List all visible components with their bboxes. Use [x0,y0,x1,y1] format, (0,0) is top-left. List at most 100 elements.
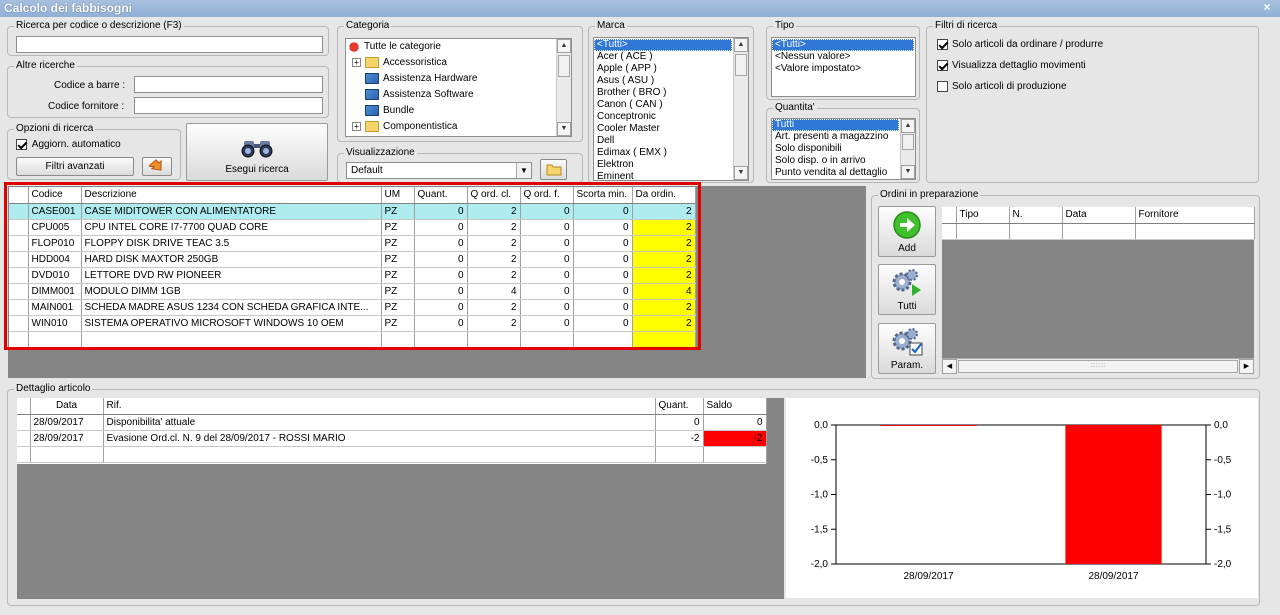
scroll-down-icon[interactable]: ▼ [901,165,915,179]
list-item[interactable]: Edimax ( EMX ) [594,147,732,159]
add-order-label: Add [898,243,916,254]
scroll-thumb[interactable] [735,54,747,76]
list-item[interactable]: Apple ( APP ) [594,63,732,75]
folder-icon [365,121,379,132]
quantity-scrollbar[interactable]: ▲ ▼ [900,119,915,179]
scroll-left-icon[interactable]: ◀ [942,359,957,374]
view-select[interactable]: Default ▼ [346,162,532,179]
close-icon[interactable]: × [1260,1,1274,15]
table-cell [1135,223,1255,240]
list-item[interactable]: <Tutti> [594,39,732,51]
y-tick-label-left: -1,5 [811,524,829,535]
list-item[interactable]: <Tutti> [772,39,914,51]
list-item[interactable]: Canon ( CAN ) [594,99,732,111]
search-group: Ricerca per codice o descrizione (F3) [7,20,329,56]
list-item[interactable]: Art. presenti a magazzino [772,131,899,143]
table-row[interactable]: 28/09/2017 Disponibilita' attuale 0 0 [17,414,767,431]
barcode-input[interactable] [134,76,323,93]
row-selector[interactable] [17,414,31,431]
expand-icon[interactable]: + [352,122,361,131]
table-cell [703,446,767,463]
list-item[interactable]: Elektron [594,159,732,171]
table-cell [942,223,957,240]
detail-col-header[interactable]: Quant. [655,398,704,415]
type-list[interactable]: <Tutti> <Nessun valore> <Valore impostato> [771,37,916,97]
detail-col-header[interactable]: Data [30,398,104,415]
scroll-right-icon[interactable]: ▶ [1239,359,1254,374]
category-scrollbar[interactable]: ▲ ▼ [556,39,571,136]
add-order-button[interactable]: Add [878,206,936,257]
table-row[interactable]: 28/09/2017 Evasione Ord.cl. N. 9 del 28/… [17,430,767,447]
list-item[interactable]: Eminent [594,171,732,180]
filter-label: Solo articoli di produzione [952,81,1067,92]
brand-list[interactable]: <Tutti> Acer ( ACE ) Apple ( APP ) Asus ( A… [593,37,749,181]
tree-item-label: Bundle [383,105,415,117]
orders-grid[interactable]: Tipo N. Data Fornitore ◀ ::::::::: ▶ [942,207,1255,374]
orders-col-header[interactable]: Tipo [956,207,1010,224]
tree-item-accessoristica[interactable]: + Accessoristica [348,57,571,73]
orders-col-header[interactable]: N. [1009,207,1063,224]
scroll-up-icon[interactable]: ▲ [557,39,571,53]
open-view-button[interactable] [540,159,567,180]
category-tree[interactable]: Tutte le categorie + Accessoristica Assis… [345,38,572,137]
tree-item-bundle[interactable]: Bundle [348,105,571,121]
row-selector[interactable] [17,430,31,447]
quantity-label: Quantita' [773,102,817,113]
filter-production-checkbox[interactable]: Solo articoli di produzione [937,81,1067,92]
run-search-button[interactable]: Esegui ricerca [186,123,328,181]
scroll-up-icon[interactable]: ▲ [734,38,748,52]
all-orders-button[interactable]: Tutti [878,264,936,315]
list-item[interactable]: Solo disp. o in arrivo [772,155,899,167]
table-row[interactable] [942,223,1255,240]
filter-label: Solo articoli da ordinare / produrre [952,39,1104,50]
advanced-filters-toggle-button[interactable] [142,157,172,176]
detail-col-header[interactable]: Saldo [703,398,767,415]
folder-open-icon [546,164,561,176]
tree-item-componentistica[interactable]: + Componentistica [348,121,571,136]
list-item[interactable]: Dell [594,135,732,147]
y-tick-label-right: -2,0 [1214,559,1232,570]
auto-update-checkbox[interactable]: Aggiorn. automatico [16,139,121,150]
view-group: Visualizzazione Default ▼ [337,147,583,183]
scroll-thumb[interactable] [558,55,570,77]
brand-scrollbar[interactable]: ▲ ▼ [733,38,748,180]
detail-balance: 0 [703,414,767,431]
list-item[interactable]: Asus ( ASU ) [594,75,732,87]
scroll-thumb[interactable]: ::::::::: [958,360,1238,373]
list-item[interactable]: <Valore impostato> [772,63,914,75]
filter-movements-checkbox[interactable]: Visualizza dettaglio movimenti [937,60,1086,71]
chevron-down-icon[interactable]: ▼ [516,163,531,178]
list-item[interactable]: Brother ( BRO ) [594,87,732,99]
tree-item-all[interactable]: Tutte le categorie [348,41,571,57]
supplier-code-input[interactable] [134,97,323,114]
list-item[interactable]: Tutti [772,119,899,131]
tree-item-software[interactable]: Assistenza Software [348,89,571,105]
scroll-down-icon[interactable]: ▼ [734,166,748,180]
view-label: Visualizzazione [344,147,417,158]
orders-hscrollbar[interactable]: ◀ ::::::::: ▶ [942,358,1254,374]
list-item[interactable]: Cooler Master [594,123,732,135]
detail-col-header[interactable]: Rif. [103,398,656,415]
table-row[interactable] [17,446,767,463]
list-item[interactable]: Solo disponibili [772,143,899,155]
quantity-list[interactable]: Tutti Art. presenti a magazzino Solo dispo… [771,118,916,180]
advanced-filters-button[interactable]: Filtri avanzati [16,157,134,176]
orders-col-header[interactable]: Data [1062,207,1136,224]
scroll-thumb[interactable] [902,134,914,150]
list-item[interactable]: <Nessun valore> [772,51,914,63]
search-input[interactable] [16,36,323,53]
scroll-down-icon[interactable]: ▼ [557,122,571,136]
search-options-group: Opzioni di ricerca Aggiorn. automatico F… [7,123,181,180]
expand-icon[interactable]: + [352,58,361,67]
scroll-up-icon[interactable]: ▲ [901,119,915,133]
search-group-label: Ricerca per codice o descrizione (F3) [14,20,184,31]
list-item[interactable]: Punto vendita al dettaglio [772,167,899,179]
filter-to-order-checkbox[interactable]: Solo articoli da ordinare / produrre [937,39,1103,50]
tree-item-hardware[interactable]: Assistenza Hardware [348,73,571,89]
list-item[interactable]: Conceptronic [594,111,732,123]
parameters-button[interactable]: Param. [878,323,936,374]
detail-grid[interactable]: Data Rif. Quant. Saldo 28/09/2017 Dispon… [17,398,767,464]
list-item[interactable]: Acer ( ACE ) [594,51,732,63]
orders-col-header[interactable]: Fornitore [1135,207,1255,224]
y-tick-label-right: -0,5 [1214,455,1232,466]
